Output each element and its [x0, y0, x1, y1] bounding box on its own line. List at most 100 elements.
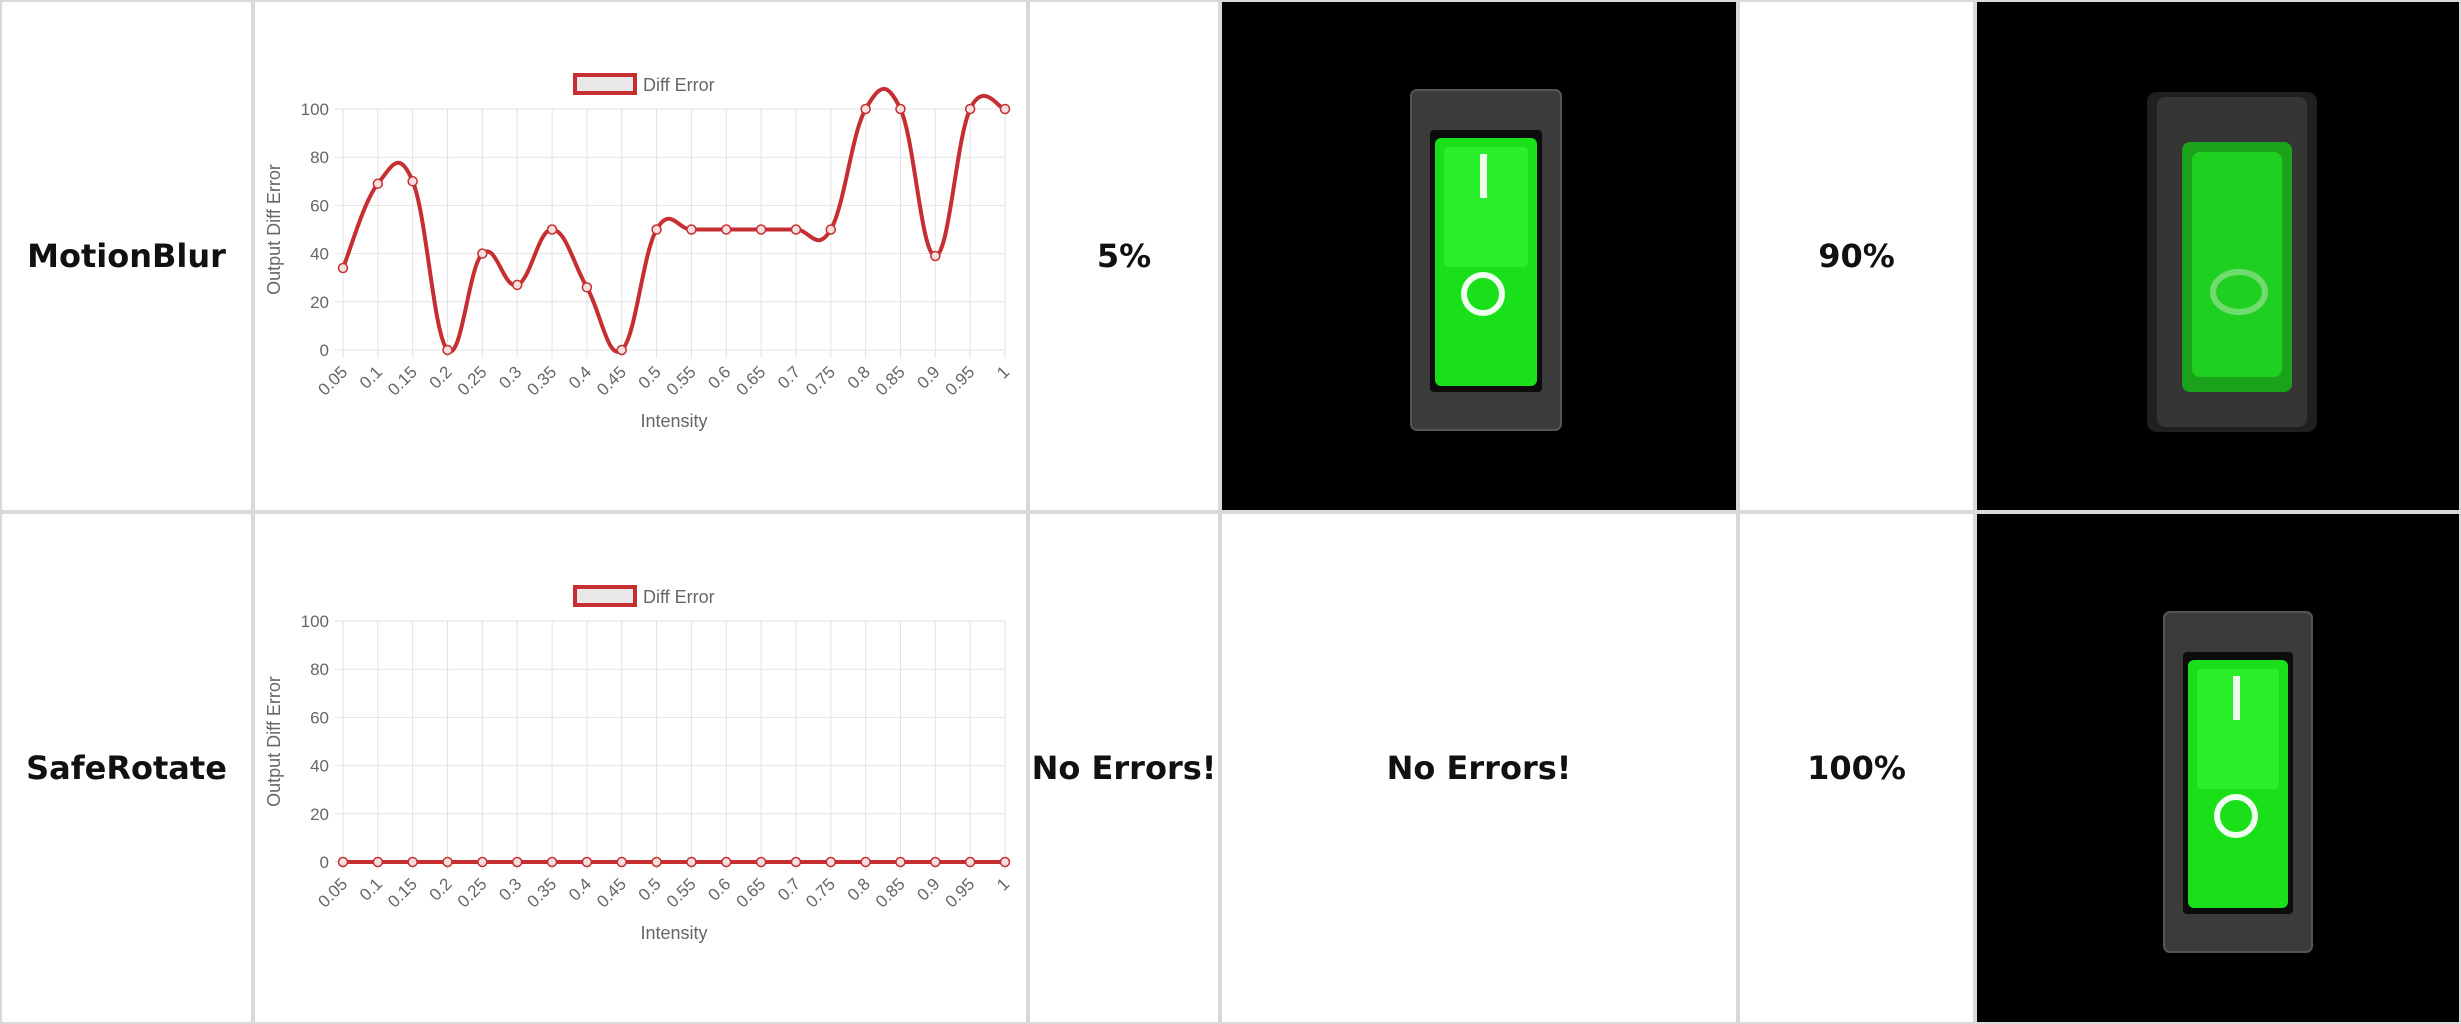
data-point	[407, 176, 418, 187]
error-rate: No Errors!	[1028, 512, 1220, 1024]
transform-name: SafeRotate	[0, 512, 253, 1024]
y-tick-label: 0	[320, 853, 329, 872]
rotated-rocker-switch-icon	[2163, 611, 2313, 953]
data-point	[895, 103, 906, 115]
data-point	[477, 856, 488, 868]
results-table: MotionBlur 0 20 40 60 80 100 0.05 0.1 0.15 0.2 0.2…	[0, 0, 2461, 1024]
y-tick-label: 80	[310, 148, 329, 167]
y-tick-label: 100	[301, 100, 329, 119]
data-point	[372, 856, 384, 868]
x-tick-label: 0.15	[384, 362, 421, 399]
x-tick-label: 0.35	[523, 874, 560, 911]
x-tick-label: 0.25	[454, 874, 491, 911]
y-axis-title: Output Diff Error	[264, 676, 284, 807]
data-point	[616, 344, 627, 356]
data-point	[651, 856, 662, 868]
data-point	[930, 856, 941, 868]
data-point	[511, 856, 523, 868]
data-point	[755, 856, 767, 868]
y-tick-label: 40	[310, 245, 329, 264]
x-tick-label: 0.95	[942, 874, 979, 911]
x-tick-label: 0.3	[495, 362, 525, 392]
error-rate: 90%	[1738, 0, 1975, 512]
x-tick-label: 0.7	[774, 874, 804, 904]
x-tick-label: 0.35	[523, 362, 560, 399]
x-tick-label: 0.4	[565, 362, 595, 392]
chart-cell: 0 20 40 60 80 100 0.05 0.1 0.15 0.2 0.25 0.3 0.35 0.4…	[253, 512, 1028, 1024]
x-tick-label: 0.85	[872, 874, 909, 911]
x-tick-label: 0.2	[426, 362, 456, 392]
data-point	[616, 856, 627, 868]
y-tick-label: 60	[310, 196, 329, 215]
data-point	[860, 856, 871, 868]
y-tick-label: 20	[310, 293, 329, 312]
x-tick-label: 0.45	[593, 362, 630, 399]
error-rate: 100%	[1738, 512, 1975, 1024]
x-tick-label: 0.65	[733, 874, 770, 911]
x-tick-label: 0.75	[802, 874, 839, 911]
x-tick-label: 0.3	[495, 874, 525, 904]
legend-label: Diff Error	[643, 587, 715, 607]
data-point	[999, 103, 1011, 115]
x-tick-label: 0.2	[426, 874, 456, 904]
data-point	[511, 279, 523, 291]
data-point	[546, 224, 558, 235]
x-tick-label: 0.05	[314, 362, 351, 399]
legend: Diff Error	[573, 73, 715, 95]
data-point	[442, 856, 453, 868]
x-axis-title: Intensity	[640, 923, 707, 943]
original-image	[1220, 0, 1738, 512]
y-axis-title: Output Diff Error	[264, 164, 284, 295]
error-rate: No Errors!	[1220, 512, 1738, 1024]
x-tick-label: 0.9	[913, 874, 943, 904]
data-point	[721, 856, 732, 868]
x-tick-label: 0.5	[635, 362, 665, 392]
data-point	[930, 250, 941, 262]
diff-error-chart: 0204060801000.05 0.10.15 0.20.25 0.30.35 0.4…	[264, 73, 1013, 431]
data-point	[790, 856, 802, 868]
data-point	[964, 103, 976, 115]
x-tick-label: 0.15	[384, 874, 421, 911]
data-point	[442, 344, 453, 356]
data-point	[860, 103, 871, 115]
x-tick-label: 0.75	[802, 362, 839, 399]
data-point	[581, 856, 593, 868]
data-point	[755, 224, 767, 235]
x-tick-label: 1	[993, 874, 1013, 894]
x-tick-label: 0.55	[663, 874, 700, 911]
data-point	[546, 856, 558, 868]
y-tick-label: 80	[310, 660, 329, 679]
chart-cell: 0 20 40 60 80 100 0.05 0.1 0.15 0.2 0.25 0.3 0.35 0.4…	[253, 0, 1028, 512]
grid-lines	[335, 108, 1006, 358]
y-tick-label: 0	[320, 341, 329, 360]
data-point	[337, 262, 349, 274]
data-point	[825, 224, 837, 235]
grid-lines	[335, 620, 1006, 870]
x-tick-label: 0.1	[356, 362, 386, 392]
y-tick-label: 100	[301, 612, 329, 631]
legend-label: Diff Error	[643, 75, 715, 95]
error-rate: 5%	[1028, 0, 1220, 512]
x-tick-label: 0.4	[565, 874, 595, 904]
legend-swatch	[573, 73, 637, 95]
x-tick-label: 0.5	[635, 874, 665, 904]
x-tick-label: 0.6	[704, 362, 734, 392]
x-tick-label: 1	[993, 362, 1013, 382]
data-point	[790, 224, 802, 235]
x-tick-label: 0.8	[844, 362, 874, 392]
legend-swatch	[573, 585, 637, 607]
x-tick-label: 0.85	[872, 362, 909, 399]
y-tick-label: 20	[310, 805, 329, 824]
data-point	[686, 224, 697, 235]
diff-error-chart: 0204060801000.05 0.10.15 0.20.25 0.30.35 0.4…	[264, 585, 1013, 943]
x-tick-label: 0.65	[733, 362, 770, 399]
blurred-rocker-switch-icon	[2147, 92, 2317, 432]
series-line	[341, 86, 1006, 354]
legend: Diff Error	[573, 585, 715, 607]
x-tick-label: 0.55	[663, 362, 700, 399]
data-point	[895, 856, 906, 868]
x-tick-label: 0.45	[593, 874, 630, 911]
data-point	[407, 856, 418, 868]
rotated-image	[1975, 512, 2461, 1024]
rocker-switch-icon	[1410, 89, 1562, 431]
